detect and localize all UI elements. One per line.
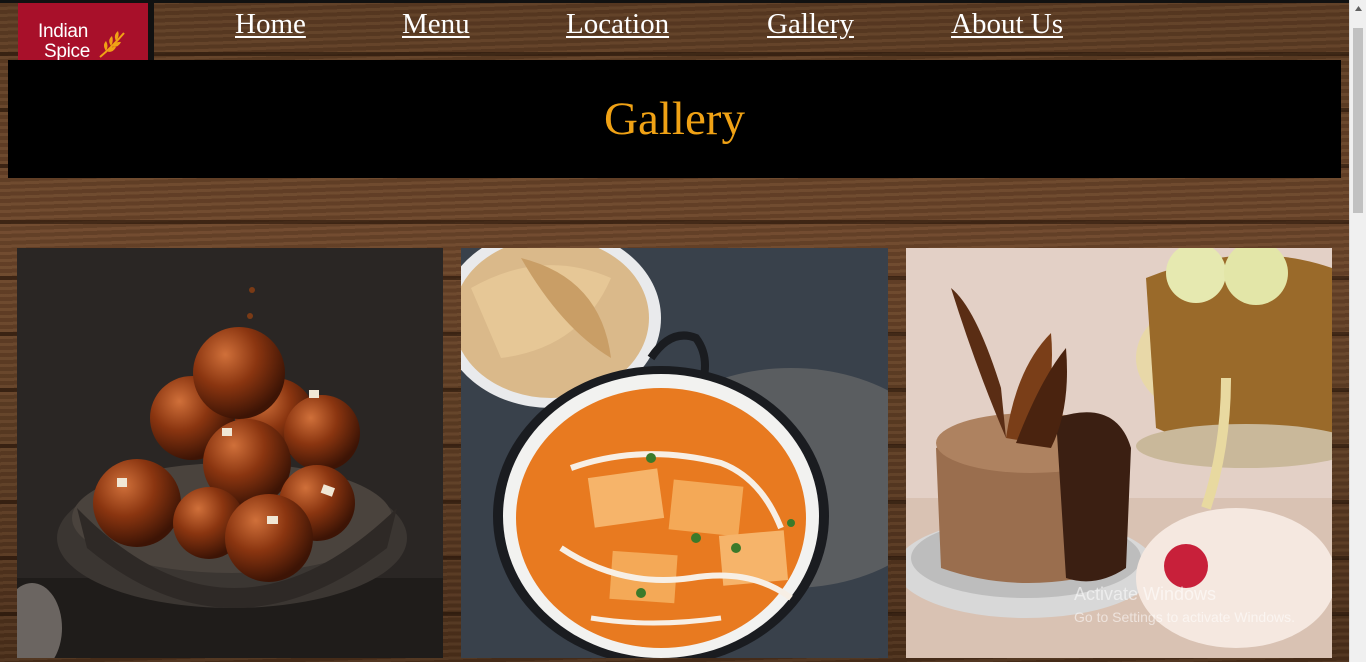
gallery-image-paneer-curry[interactable]	[461, 248, 888, 658]
nav-menu[interactable]: Menu	[402, 8, 470, 41]
windows-activation-watermark: Activate Windows Go to Settings to activ…	[1074, 584, 1295, 625]
scroll-up-arrow-icon[interactable]	[1350, 0, 1366, 17]
watermark-subtitle: Go to Settings to activate Windows.	[1074, 609, 1295, 625]
gallery-image-gulab-jamun[interactable]	[17, 248, 443, 658]
vertical-scrollbar[interactable]	[1349, 0, 1366, 662]
scrollbar-thumb[interactable]	[1353, 28, 1363, 213]
nav-home[interactable]: Home	[235, 8, 306, 41]
title-banner: Gallery	[8, 60, 1341, 178]
main-nav: Home Menu Location Gallery About Us	[0, 8, 1366, 48]
nav-about-us[interactable]: About Us	[951, 8, 1063, 41]
watermark-title: Activate Windows	[1074, 584, 1217, 604]
nav-gallery[interactable]: Gallery	[767, 8, 854, 41]
top-border	[0, 0, 1366, 3]
page-title: Gallery	[604, 93, 745, 145]
nav-location[interactable]: Location	[566, 8, 669, 41]
